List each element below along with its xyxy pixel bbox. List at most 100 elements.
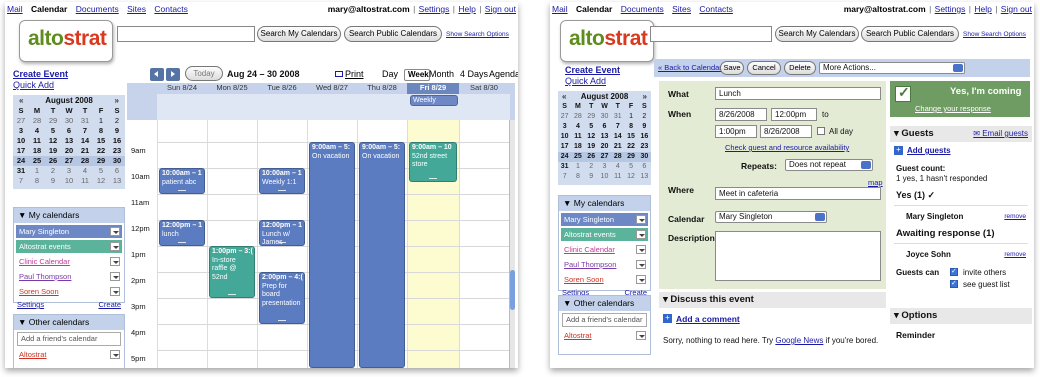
mini-calendar-day[interactable]: 4 bbox=[77, 166, 93, 176]
event-board-prep[interactable]: 2:00pm – 4:(Prep for board presentation bbox=[259, 272, 305, 324]
my-calendars-header[interactable]: ▼ My calendars bbox=[14, 208, 124, 223]
mini-calendar-day[interactable]: 15 bbox=[624, 132, 637, 142]
nav-mail[interactable]: Mail bbox=[7, 4, 23, 14]
mini-calendar-day[interactable]: 11 bbox=[611, 172, 624, 182]
calendar-options-dropdown[interactable] bbox=[636, 215, 646, 224]
mini-calendar-day[interactable]: 8 bbox=[29, 176, 45, 186]
mini-calendar-day[interactable]: 27 bbox=[13, 116, 29, 126]
remove-guest-link[interactable]: remove bbox=[1004, 213, 1026, 220]
event-patient[interactable]: 10:00am – 1 patient abc bbox=[159, 168, 205, 194]
mini-calendar-day[interactable]: 6 bbox=[61, 126, 77, 136]
mini-calendar-day[interactable]: 3 bbox=[598, 162, 611, 172]
mini-calendar-day[interactable]: 31 bbox=[13, 166, 29, 176]
mini-prev-month[interactable]: « bbox=[562, 91, 566, 102]
scrollbar-thumb[interactable] bbox=[510, 270, 515, 310]
mini-calendar-day[interactable]: 4 bbox=[611, 162, 624, 172]
tab-week[interactable]: Week bbox=[404, 69, 430, 81]
where-input[interactable]: Meet in cafeteria bbox=[715, 187, 881, 200]
mini-calendar-day[interactable]: 11 bbox=[29, 136, 45, 146]
event-vacation-thu[interactable]: 9:00am – 5: On vacation bbox=[359, 142, 405, 368]
mini-calendar-day[interactable]: 17 bbox=[558, 142, 571, 152]
mini-calendar-day[interactable]: 16 bbox=[109, 136, 125, 146]
mini-calendar-day[interactable]: 23 bbox=[638, 142, 651, 152]
calendar-item-soren[interactable]: Soren Soon bbox=[561, 273, 648, 286]
mini-calendar-day[interactable]: 23 bbox=[109, 146, 125, 156]
calendar-item-soren[interactable]: Soren Soon bbox=[16, 285, 122, 298]
create-event-link[interactable]: Create Event bbox=[13, 69, 125, 79]
calendar-item-altostrat[interactable]: Altostrat events bbox=[16, 240, 122, 253]
calendar-options-dropdown[interactable] bbox=[636, 275, 646, 284]
mini-calendar-day[interactable]: 25 bbox=[571, 152, 585, 162]
mini-calendar-day[interactable]: 27 bbox=[61, 156, 77, 166]
discussion-header[interactable]: ▾ Discuss this event bbox=[659, 292, 886, 308]
change-response-link[interactable]: Change your response bbox=[915, 104, 991, 113]
mini-calendar-day[interactable]: 21 bbox=[77, 146, 93, 156]
tab-4days[interactable]: 4 Days bbox=[460, 69, 488, 79]
signout-link[interactable]: Sign out bbox=[485, 4, 516, 14]
today-button[interactable]: Today bbox=[185, 66, 223, 81]
mini-calendar-day[interactable]: 2 bbox=[45, 166, 61, 176]
mini-calendar-day[interactable]: 6 bbox=[598, 122, 611, 132]
allday-event[interactable]: Weekly Summ bbox=[410, 95, 458, 106]
calendar-options-dropdown[interactable] bbox=[110, 242, 120, 251]
nav-sites[interactable]: Sites bbox=[127, 4, 146, 14]
quick-add-link[interactable]: Quick Add bbox=[13, 80, 125, 90]
mini-calendar-day[interactable]: 3 bbox=[61, 166, 77, 176]
day-header-sat[interactable]: Sat 8/30 bbox=[459, 83, 509, 94]
mini-calendar-day[interactable]: 3 bbox=[13, 126, 29, 136]
mini-calendar-day[interactable]: 26 bbox=[584, 152, 598, 162]
prev-week-button[interactable] bbox=[150, 68, 164, 81]
mini-calendar-day[interactable]: 14 bbox=[611, 132, 624, 142]
nav-contacts[interactable]: Contacts bbox=[154, 4, 188, 14]
mini-calendar-day[interactable]: 7 bbox=[77, 126, 93, 136]
google-news-link[interactable]: Google News bbox=[775, 336, 823, 345]
mini-calendar-day[interactable]: 21 bbox=[611, 142, 624, 152]
mini-next-month[interactable]: » bbox=[115, 95, 119, 106]
mini-calendar-day[interactable]: 22 bbox=[624, 142, 637, 152]
mini-calendar-day[interactable]: 31 bbox=[77, 116, 93, 126]
mini-calendar-day[interactable]: 26 bbox=[45, 156, 61, 166]
mini-calendar-day[interactable]: 4 bbox=[29, 126, 45, 136]
mini-calendar-day[interactable]: 8 bbox=[571, 172, 584, 182]
mini-calendar-day[interactable]: 8 bbox=[93, 126, 109, 136]
signout-link[interactable]: Sign out bbox=[1001, 4, 1032, 14]
save-button[interactable]: Save bbox=[720, 61, 744, 75]
search-my-calendars-button[interactable]: Search My Calendars bbox=[775, 26, 859, 42]
mini-calendar-day[interactable]: 28 bbox=[29, 116, 45, 126]
day-header-wed[interactable]: Wed 8/27 bbox=[307, 83, 357, 94]
search-input[interactable] bbox=[117, 26, 255, 42]
settings-link[interactable]: Settings bbox=[419, 4, 450, 14]
nav-contacts[interactable]: Contacts bbox=[699, 4, 733, 14]
other-calendars-header[interactable]: ▼ Other calendars bbox=[559, 296, 650, 311]
my-calendars-header[interactable]: ▼ My calendars bbox=[559, 196, 650, 211]
other-calendars-header[interactable]: ▼ Other calendars bbox=[14, 315, 124, 330]
print-link[interactable]: Print bbox=[335, 69, 364, 79]
mini-calendar-day[interactable]: 20 bbox=[598, 142, 611, 152]
mini-calendar-day[interactable]: 30 bbox=[109, 156, 125, 166]
mini-calendar-day[interactable]: 31 bbox=[558, 162, 571, 172]
repeats-select[interactable]: Does not repeat bbox=[785, 159, 873, 171]
mini-calendar-day[interactable]: 13 bbox=[598, 132, 611, 142]
add-friend-calendar-input[interactable]: Add a friend's calendar bbox=[562, 313, 647, 327]
nav-calendar[interactable]: Calendar bbox=[31, 4, 67, 14]
mini-calendar-day[interactable]: 9 bbox=[585, 172, 598, 182]
mini-calendar-day[interactable]: 11 bbox=[571, 132, 584, 142]
remove-guest-link[interactable]: remove bbox=[1004, 251, 1026, 258]
search-public-calendars-button[interactable]: Search Public Calendars bbox=[344, 26, 442, 42]
mini-calendar-day[interactable]: 28 bbox=[77, 156, 93, 166]
mini-calendar-day[interactable]: 6 bbox=[638, 162, 651, 172]
calendar-item-clinic[interactable]: Clinic Calendar bbox=[561, 243, 648, 256]
map-link[interactable]: map bbox=[868, 178, 883, 187]
mini-calendar-day[interactable]: 4 bbox=[571, 122, 584, 132]
search-my-calendars-button[interactable]: Search My Calendars bbox=[257, 26, 341, 42]
start-date-input[interactable]: 8/26/2008 bbox=[715, 108, 767, 121]
mini-calendar-day[interactable]: 29 bbox=[624, 152, 638, 162]
settings-link[interactable]: Settings bbox=[935, 4, 966, 14]
calendar-item-paul[interactable]: Paul Thompson bbox=[561, 258, 648, 271]
mini-calendar-day[interactable]: 29 bbox=[585, 112, 598, 122]
mini-calendar-day[interactable]: 5 bbox=[93, 166, 109, 176]
calendar-options-dropdown[interactable] bbox=[636, 331, 646, 340]
event-vacation-wed[interactable]: 9:00am – 5: On vacation bbox=[309, 142, 355, 368]
nav-sites[interactable]: Sites bbox=[672, 4, 691, 14]
help-link[interactable]: Help bbox=[458, 4, 475, 14]
